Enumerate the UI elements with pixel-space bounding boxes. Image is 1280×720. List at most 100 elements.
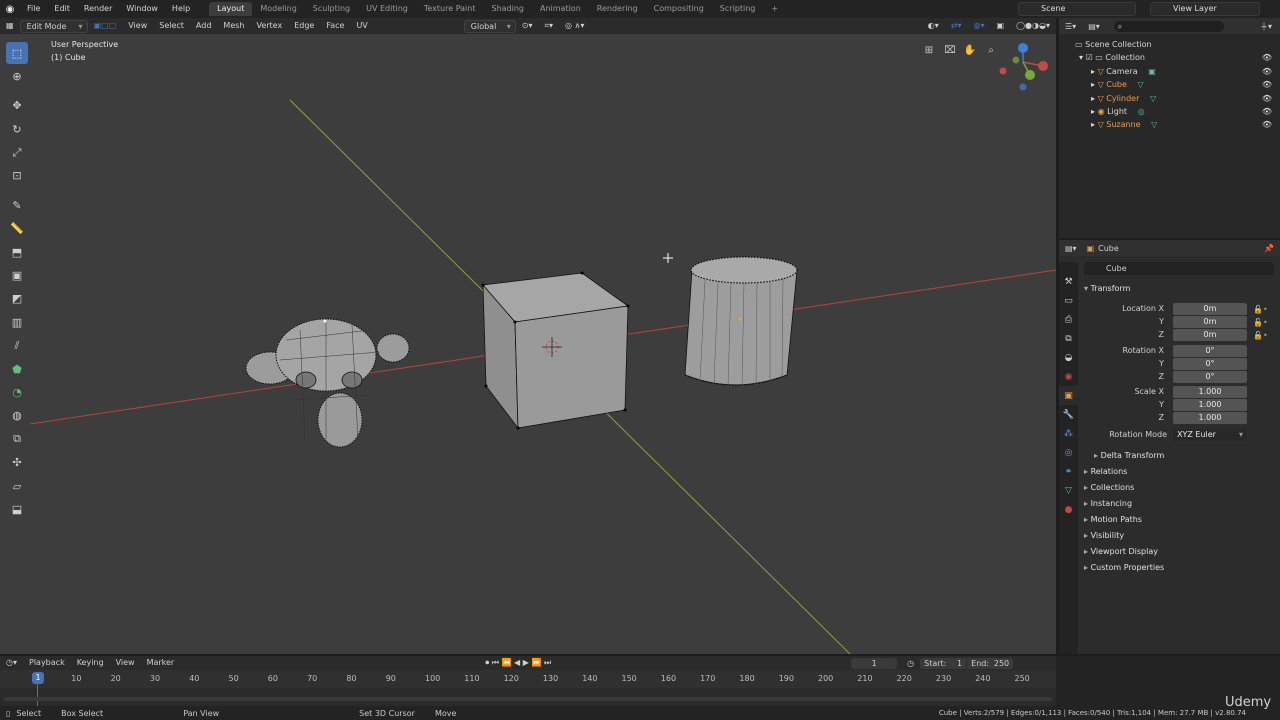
select-mode-icons[interactable]: ▣▢▢ [88,18,123,34]
menu-mesh[interactable]: Mesh [217,18,250,34]
menu-help[interactable]: Help [165,0,197,18]
rip-region-tool-icon[interactable]: ⬓ [6,498,28,520]
menu-add[interactable]: Add [190,18,218,34]
data-tab-icon[interactable]: ▽ [1059,481,1078,500]
inset-tool-icon[interactable]: ▣ [6,265,28,287]
outliner-item-camera[interactable]: ▸ ▽ Camera ▣ 👁 [1059,65,1280,78]
rotation-z-field[interactable]: 0° [1173,371,1247,383]
menu-render[interactable]: Render [77,0,119,18]
menu-face[interactable]: Face [320,18,350,34]
eye-icon[interactable]: 👁 [1262,118,1272,131]
start-frame-field[interactable]: Start: 1 [920,657,967,669]
location-y-field[interactable]: 0m [1173,316,1247,328]
eye-icon[interactable]: 👁 [1262,92,1272,105]
properties-editor-icon[interactable]: ▤▾ [1059,244,1083,253]
edge-slide-tool-icon[interactable]: ⧉ [6,428,28,450]
cube-mesh[interactable] [481,271,630,430]
outliner-item-light[interactable]: ▸ ◉ Light ◎ 👁 [1059,105,1280,118]
outliner-search-input[interactable]: ⌕ [1113,20,1224,32]
mode-dropdown[interactable]: Edit Mode [19,19,88,33]
blender-logo-icon[interactable]: ◉ [0,4,20,15]
frame-ruler[interactable]: 1 10 20 30 40 50 60 70 80 90 100 110 120 130 140 150 16… [0,670,1056,706]
location-x-field[interactable]: 0m [1173,303,1247,315]
menu-timeline-view[interactable]: View [110,655,141,671]
menu-vertex[interactable]: Vertex [250,18,288,34]
suzanne-mesh[interactable] [245,318,410,448]
menu-select[interactable]: Select [153,18,190,34]
outliner-item-cube[interactable]: ▸ ▽ Cube ▽ 👁 [1059,78,1280,91]
next-keyframe-icon[interactable]: ⏩ [531,658,544,667]
menu-edge[interactable]: Edge [288,18,320,34]
smooth-tool-icon[interactable]: ◍ [6,405,28,427]
rotation-x-field[interactable]: 0° [1173,345,1247,357]
orientation-dropdown[interactable]: Global [463,19,516,33]
filter-icon[interactable]: ⏚▾ [1252,21,1280,32]
scale-z-field[interactable]: 1.000 [1173,412,1247,424]
outliner-item-suzanne[interactable]: ▸ ▽ Suzanne ▽ 👁 [1059,118,1280,131]
extrude-tool-icon[interactable]: ⬒ [6,241,28,263]
rotation-y-field[interactable]: 0° [1173,358,1247,370]
add-workspace-button[interactable]: + [763,2,786,16]
visibility-icon[interactable]: ◐▾ [922,18,945,34]
tab-compositing[interactable]: Compositing [646,2,712,16]
outliner-item-cylinder[interactable]: ▸ ▽ Cylinder ▽ 👁 [1059,92,1280,105]
scale-tool-icon[interactable]: ⤢ [6,142,28,164]
jump-start-icon[interactable]: ⏮ [492,658,502,667]
constraints-tab-icon[interactable]: ⚭ [1059,462,1078,481]
tab-modeling[interactable]: Modeling [252,2,304,16]
menu-marker[interactable]: Marker [141,655,181,671]
prev-keyframe-icon[interactable]: ⏪ [502,658,515,667]
overlay-toggle-icon[interactable]: ◍▾ [968,18,991,34]
tab-texture-paint[interactable]: Texture Paint [416,2,484,16]
pivot-icon[interactable]: ⊙▾ [516,18,539,34]
object-name-field[interactable]: Cube [1084,262,1274,275]
cursor-tool-icon[interactable]: ⊕ [6,65,28,87]
xray-icon[interactable]: ▣ [991,18,1011,34]
end-frame-field[interactable]: End: 250 [967,657,1014,669]
custom-properties-panel-header[interactable]: Custom Properties [1084,563,1165,572]
bevel-tool-icon[interactable]: ◩ [6,288,28,310]
tab-scripting[interactable]: Scripting [712,2,764,16]
shear-tool-icon[interactable]: ▱ [6,475,28,497]
measure-tool-icon[interactable]: 📏 [6,218,28,240]
visibility-panel-header[interactable]: Visibility [1084,531,1125,540]
editor-type-icon[interactable]: ▦ [0,18,20,34]
playhead[interactable]: 1 [32,672,44,684]
gizmo-toggle-icon[interactable]: ⇄▾ [945,18,968,34]
loop-cut-tool-icon[interactable]: ▥ [6,311,28,333]
playback-controls[interactable]: ⏺ ⏮ ⏪ ◀ ▶ ⏩ ⏭ [485,658,551,668]
viewport-display-panel-header[interactable]: Viewport Display [1084,547,1158,556]
view-layer-selector[interactable]: View Layer [1150,2,1260,16]
eye-icon[interactable]: 👁 [1262,51,1272,64]
location-z-field[interactable]: 0m [1173,329,1247,341]
checkbox-icon[interactable]: ☑ [1086,53,1096,62]
rotation-mode-dropdown[interactable]: XYZ Euler ▾ [1173,429,1247,441]
timeline-scrollbar[interactable] [4,697,1052,701]
eye-icon[interactable]: 👁 [1262,65,1272,78]
shading-modes-icon[interactable]: ◯●◑◒▾ [1010,18,1056,34]
current-frame-field[interactable]: 1 [851,657,898,669]
menu-keying[interactable]: Keying [71,655,110,671]
delta-transform-header[interactable]: Delta Transform [1094,451,1165,460]
camera-view-icon[interactable]: ⌧ [942,43,958,59]
tab-shading[interactable]: Shading [483,2,532,16]
tab-layout[interactable]: Layout [209,2,253,16]
collections-panel-header[interactable]: Collections [1084,483,1135,492]
outliner-editor-icon[interactable]: ☰▾ [1059,22,1082,31]
menu-edit[interactable]: Edit [47,0,77,18]
menu-playback[interactable]: Playback [23,655,71,671]
eye-icon[interactable]: 👁 [1262,78,1272,91]
pan-hand-icon[interactable]: ✋ [962,43,978,59]
zoom-icon[interactable]: ⌕ [983,43,999,59]
lock-icons[interactable]: 🔓• 🔓• 🔓• [1253,303,1268,342]
tab-rendering[interactable]: Rendering [589,2,646,16]
transform-panel-header[interactable]: Transform [1084,284,1131,293]
play-reverse-icon[interactable]: ◀ [514,658,523,667]
poly-build-tool-icon[interactable]: ⬟ [6,358,28,380]
jump-end-icon[interactable]: ⏭ [544,658,551,667]
shrink-fatten-tool-icon[interactable]: ✣ [6,452,28,474]
material-tab-icon[interactable]: ● [1059,500,1078,519]
physics-tab-icon[interactable]: ◎ [1059,443,1078,462]
timeline-editor-icon[interactable]: ◷▾ [0,655,23,671]
rotate-tool-icon[interactable]: ↻ [6,118,28,140]
